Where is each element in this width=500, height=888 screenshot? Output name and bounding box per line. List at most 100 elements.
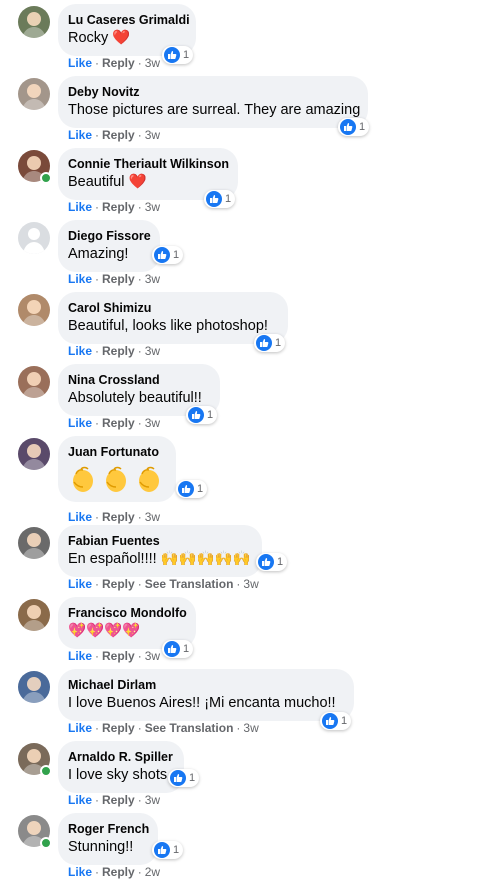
reply-link[interactable]: Reply [102,272,135,286]
reply-link[interactable]: Reply [102,56,135,70]
avatar[interactable] [18,294,50,326]
reply-link[interactable]: Reply [102,865,135,879]
comment-actions: Like · Reply · 3w [68,344,160,358]
comment-author[interactable]: Arnaldo R. Spiller [68,749,173,765]
reaction-count[interactable]: 1 [162,640,194,658]
comment-timestamp[interactable]: 3w [145,344,160,358]
reply-link[interactable]: Reply [102,793,135,807]
comment-author[interactable]: Fabian Fuentes [68,533,250,549]
reaction-count[interactable]: 1 [176,480,208,498]
reaction-number: 1 [225,193,232,205]
reply-link[interactable]: Reply [102,128,135,142]
comment-actions: Like · Reply · 3w [68,56,160,70]
avatar[interactable] [18,599,50,631]
see-translation-link[interactable]: See Translation [145,721,234,735]
comment-bubble: Arnaldo R. Spiller I love sky shots [58,741,184,793]
reaction-count[interactable]: 1 [320,712,352,730]
reply-link[interactable]: Reply [102,344,135,358]
separator: · [137,721,142,735]
like-link[interactable]: Like [68,649,92,663]
comment-timestamp[interactable]: 3w [145,56,160,70]
comment-author[interactable]: Juan Fortunato [68,444,164,460]
like-link[interactable]: Like [68,865,92,879]
reply-link[interactable]: Reply [102,577,135,591]
reaction-count[interactable]: 1 [338,118,370,136]
comment-bubble: Deby Novitz Those pictures are surreal. T… [58,76,368,128]
avatar[interactable] [18,438,50,470]
comment-author[interactable]: Nina Crossland [68,372,208,388]
reaction-number: 1 [173,844,180,856]
like-link[interactable]: Like [68,793,92,807]
separator: · [137,416,142,430]
avatar[interactable] [18,527,50,559]
avatar[interactable] [18,366,50,398]
reaction-number: 1 [341,715,348,727]
comment-timestamp[interactable]: 3w [145,510,160,524]
like-link[interactable]: Like [68,510,92,524]
like-link[interactable]: Like [68,416,92,430]
online-status-dot [40,765,52,777]
comment-text: 💖💖💖💖 [68,623,141,639]
separator: · [95,272,100,286]
comment-timestamp[interactable]: 3w [145,128,160,142]
separator: · [95,128,100,142]
reaction-count[interactable]: 1 [162,46,194,64]
avatar[interactable] [18,671,50,703]
separator: · [137,577,142,591]
heart-emoji: ❤️ [128,174,147,190]
like-reaction-icon [164,641,180,657]
like-link[interactable]: Like [68,577,92,591]
comment-text: I love Buenos Aires!! ¡Mi encanta mucho!… [68,695,336,711]
comment-author[interactable]: Diego Fissore [68,228,151,244]
reaction-count[interactable]: 1 [168,769,200,787]
reaction-number: 1 [277,556,284,568]
comment-text: Absolutely beautiful!! [68,390,202,406]
separator: · [137,128,142,142]
reaction-count[interactable]: 1 [152,841,184,859]
comment-author[interactable]: Roger French [68,821,149,837]
avatar[interactable] [18,6,50,38]
comment-timestamp[interactable]: 3w [145,793,160,807]
reply-link[interactable]: Reply [102,721,135,735]
see-translation-link[interactable]: See Translation [145,577,234,591]
reaction-count[interactable]: 1 [256,553,288,571]
comment-timestamp[interactable]: 3w [243,577,258,591]
like-link[interactable]: Like [68,56,92,70]
comment-timestamp[interactable]: 2w [145,865,160,879]
comment-timestamp[interactable]: 3w [145,416,160,430]
comment-author[interactable]: Carol Shimizu [68,300,276,316]
comment-timestamp[interactable]: 3w [145,200,160,214]
reply-link[interactable]: Reply [102,649,135,663]
reply-link[interactable]: Reply [102,510,135,524]
like-link[interactable]: Like [68,344,92,358]
avatar[interactable] [18,78,50,110]
comment-timestamp[interactable]: 3w [243,721,258,735]
reaction-count[interactable]: 1 [254,334,286,352]
like-link[interactable]: Like [68,272,92,286]
reaction-count[interactable]: 1 [204,190,236,208]
online-status-dot [40,837,52,849]
reaction-count[interactable]: 1 [186,406,218,424]
comment-author[interactable]: Lu Caseres Grimaldi [68,12,190,28]
avatar[interactable] [18,222,50,254]
like-reaction-icon [258,554,274,570]
reply-link[interactable]: Reply [102,200,135,214]
comment-timestamp[interactable]: 3w [145,272,160,286]
separator: · [137,865,142,879]
comment-author[interactable]: Deby Novitz [68,84,356,100]
comment-author[interactable]: Connie Theriault Wilkinson [68,156,229,172]
clapping-hands-emoji [101,464,131,494]
comment-author[interactable]: Francisco Mondolfo [68,605,187,621]
reaction-count[interactable]: 1 [152,246,184,264]
like-reaction-icon [178,481,194,497]
comment-author[interactable]: Michael Dirlam [68,677,342,693]
reply-link[interactable]: Reply [102,416,135,430]
reaction-number: 1 [183,49,190,61]
comment-timestamp[interactable]: 3w [145,649,160,663]
like-link[interactable]: Like [68,721,92,735]
comment-bubble: Michael Dirlam I love Buenos Aires!! ¡Mi … [58,669,354,721]
comment-actions: Like · Reply · 2w [68,865,160,879]
clapping-hands-emoji [68,464,98,494]
like-link[interactable]: Like [68,200,92,214]
like-link[interactable]: Like [68,128,92,142]
